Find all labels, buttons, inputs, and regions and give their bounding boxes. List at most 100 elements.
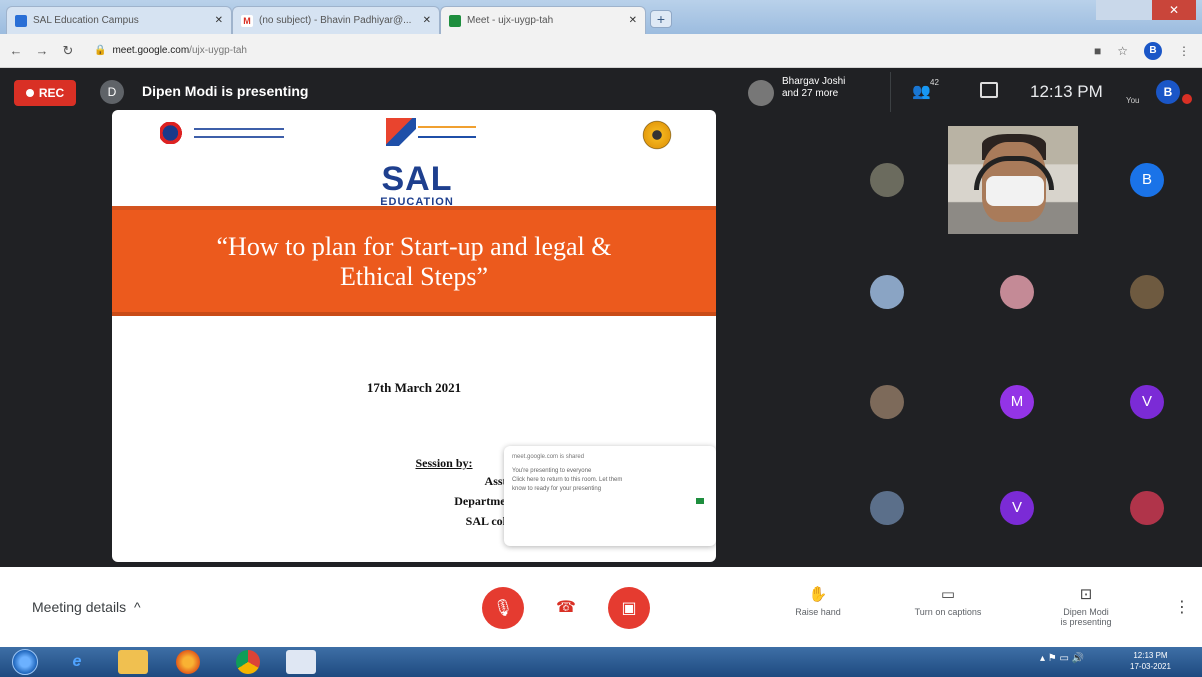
word-icon[interactable] [286, 650, 316, 674]
camera-permission-icon[interactable]: ■ [1094, 44, 1101, 58]
slide-title-line2: Ethical Steps” [339, 262, 488, 291]
participant-avatars [748, 80, 774, 106]
participant-tile[interactable] [822, 454, 952, 562]
participant-tile[interactable]: V [1082, 348, 1202, 456]
popup-line: You're presenting to everyone [512, 468, 592, 474]
file-explorer-icon[interactable] [118, 650, 148, 674]
participant-avatar [1000, 275, 1034, 309]
sal-logo-text: SAL [381, 160, 453, 198]
participant-tile[interactable] [822, 126, 952, 234]
tab-label: SAL Education Campus [33, 15, 139, 26]
people-count: 42 [930, 78, 939, 87]
top-right-bar: Bhargav Joshi and 27 more 👥 42 12:13 PM … [748, 72, 1202, 112]
browser-tab-bar: SAL Education Campus ✕ M (no subject) - … [0, 0, 1202, 34]
presenting-popup[interactable]: meet.google.com is shared You're present… [504, 446, 716, 546]
reload-icon[interactable]: ↻ [58, 43, 78, 59]
present-screen-icon: ⊡ [1079, 586, 1093, 603]
popup-line: know to ready for your presenting [512, 486, 602, 492]
popup-title: meet.google.com is shared [512, 454, 585, 460]
participant-avatar: B [1130, 163, 1164, 197]
camera-off-icon: ▣ [621, 600, 637, 617]
slide-title: “How to plan for Start-up and legal & Et… [112, 232, 716, 292]
participant-tile[interactable] [822, 238, 952, 346]
new-tab-button[interactable]: + [650, 10, 672, 28]
participant-avatar: M [1000, 385, 1034, 419]
tab-label: (no subject) - Bhavin Padhiyar@... [259, 15, 412, 26]
participant-tile[interactable]: B [1082, 126, 1202, 234]
share-icon[interactable] [696, 498, 704, 504]
tray-time: 12:13 PM [1133, 651, 1168, 660]
participant-tile[interactable]: M [952, 348, 1082, 456]
captions-button[interactable]: ▭ Turn on captions [898, 585, 998, 617]
internet-explorer-icon[interactable]: e [62, 650, 92, 674]
sal-favicon-icon [15, 14, 27, 27]
you-label: You [1126, 96, 1140, 105]
url-field[interactable]: meet.google.com/ujx-uygp-tah [112, 45, 247, 56]
slide-date: 17th March 2021 [366, 380, 462, 395]
close-window-button[interactable]: ✕ [1152, 0, 1196, 20]
participant-grid: B M V V [822, 126, 1202, 562]
raise-hand-label: Raise hand [795, 607, 841, 617]
address-bar-actions: ■ ☆ B ⋮ [1094, 41, 1190, 60]
tab-close-icon[interactable]: ✕ [629, 15, 637, 26]
participant-more: and 27 more [782, 88, 839, 99]
slide-title-line1: “How to plan for Start-up and legal & [216, 232, 612, 261]
tab-sal-education-campus[interactable]: SAL Education Campus ✕ [6, 6, 232, 34]
maximize-button[interactable] [1124, 0, 1152, 20]
people-icon[interactable]: 👥 [912, 82, 931, 100]
minimize-button[interactable] [1096, 0, 1124, 20]
meeting-details-button[interactable]: Meeting details ^ [32, 599, 141, 615]
hand-icon: ✋ [808, 586, 828, 603]
meeting-clock: 12:13 PM [1030, 82, 1103, 101]
camera-off-button[interactable]: ▣ [608, 587, 650, 629]
tab-close-icon[interactable]: ✕ [215, 15, 223, 26]
chat-icon[interactable] [980, 82, 998, 98]
divider [890, 72, 891, 112]
phone-hangup-icon: ☎ [556, 599, 576, 616]
system-tray-icons[interactable]: ▴ ⚑ ▭ 🔊 [1040, 653, 1084, 664]
recording-badge: REC [14, 80, 76, 106]
url-domain: meet.google.com [112, 45, 190, 56]
participant-avatar [1130, 491, 1164, 525]
participant-avatar: V [1130, 385, 1164, 419]
star-icon[interactable]: ☆ [1117, 44, 1128, 58]
sal-education-logo: SAL EDUCATION [362, 162, 472, 208]
chrome-icon[interactable] [236, 650, 260, 674]
hang-up-button[interactable]: ☎ [556, 597, 576, 617]
participant-tile[interactable] [1082, 238, 1202, 346]
participant-tile[interactable] [822, 348, 952, 456]
chevron-up-icon: ^ [130, 599, 141, 615]
participant-tile[interactable]: V [952, 454, 1082, 562]
presenting-label-line1: Dipen Modi [1063, 607, 1109, 617]
self-avatar[interactable]: B [1156, 80, 1180, 104]
forward-arrow-icon[interactable]: → [32, 43, 52, 58]
back-arrow-icon[interactable]: ← [6, 43, 26, 58]
participant-tile[interactable] [1082, 454, 1202, 562]
firefox-icon[interactable] [176, 650, 200, 674]
start-button[interactable] [12, 649, 38, 675]
participant-tile[interactable] [952, 238, 1082, 346]
rec-label: REC [38, 86, 65, 100]
meeting-details-label: Meeting details [32, 599, 127, 615]
address-bar: ← → ↻ 🔒 meet.google.com/ujx-uygp-tah ■ ☆… [0, 34, 1202, 68]
present-now-button[interactable]: ⊡ Dipen Modi is presenting [1036, 585, 1136, 627]
tab-close-icon[interactable]: ✕ [423, 15, 431, 26]
participant-avatar [870, 163, 904, 197]
participant-avatar: V [1000, 491, 1034, 525]
menu-kebab-icon[interactable]: ⋮ [1178, 44, 1190, 58]
captions-label: Turn on captions [914, 607, 982, 617]
participant-avatar [870, 491, 904, 525]
tab-gmail[interactable]: M (no subject) - Bhavin Padhiyar@... ✕ [232, 6, 440, 34]
tab-meet[interactable]: Meet - ujx-uygp-tah ✕ [440, 6, 646, 34]
participant-video-tile[interactable] [948, 126, 1078, 234]
lock-icon[interactable]: 🔒 [94, 45, 106, 56]
mic-off-button[interactable]: 🎙 [482, 587, 524, 629]
partner-logo-left [160, 122, 284, 144]
meet-stage: REC D Dipen Modi is presenting Bhargav J… [0, 68, 1202, 567]
raise-hand-button[interactable]: ✋ Raise hand [768, 585, 868, 617]
record-dot-icon [25, 89, 34, 97]
system-clock[interactable]: 12:13 PM 17-03-2021 [1130, 650, 1171, 672]
profile-avatar[interactable]: B [1144, 41, 1162, 60]
meet-favicon-icon [449, 14, 461, 27]
more-options-icon[interactable]: ⋮ [1174, 597, 1190, 617]
